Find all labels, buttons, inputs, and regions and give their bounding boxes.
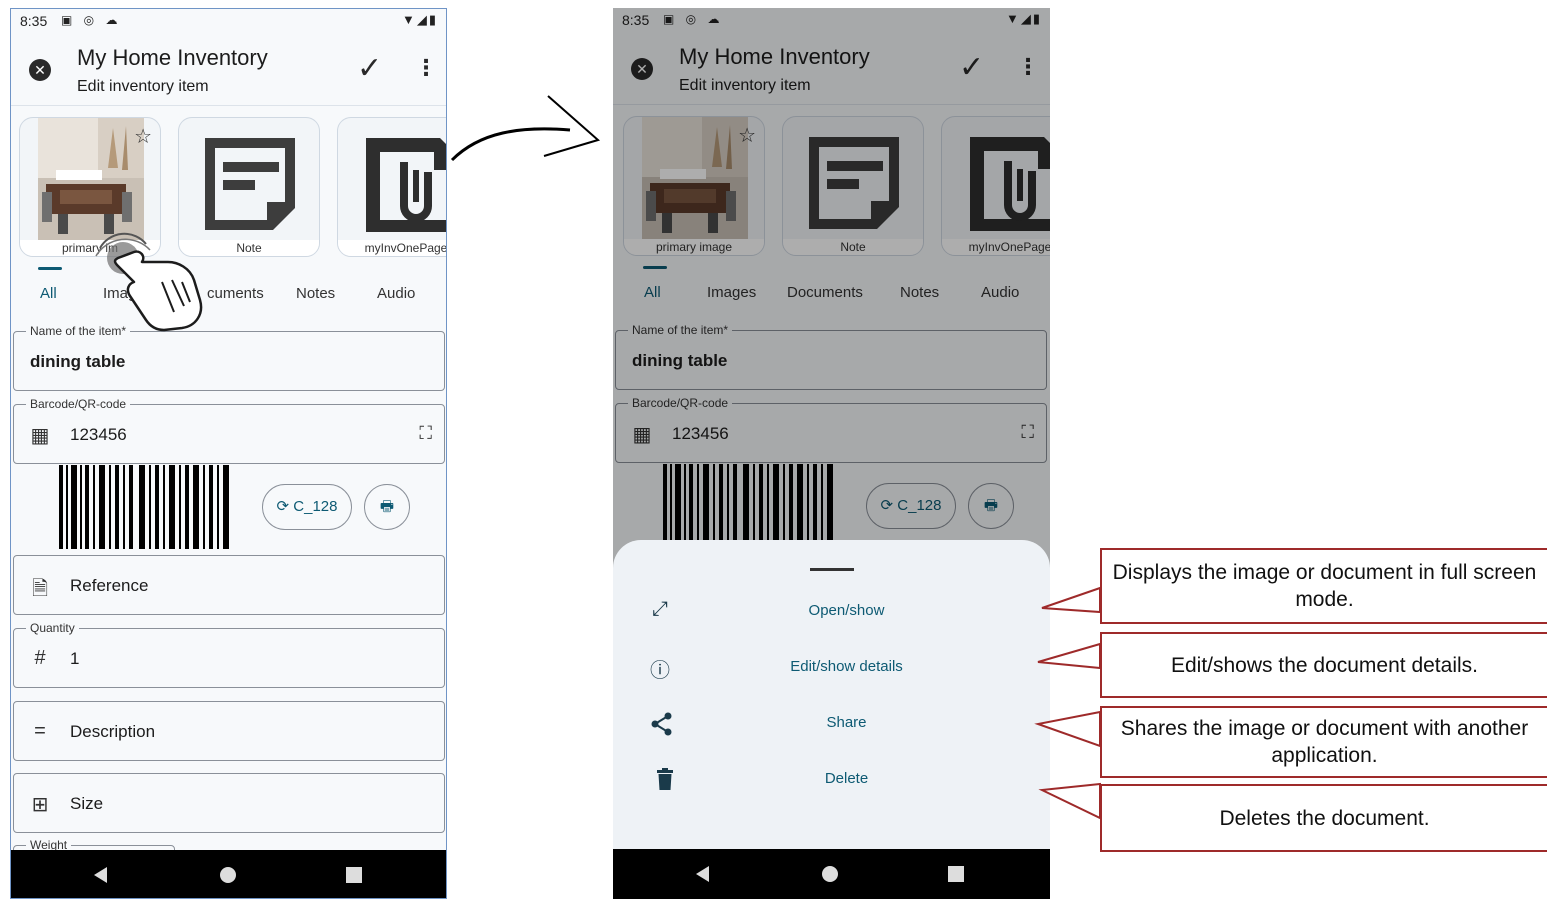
description-placeholder: Description (70, 722, 156, 741)
sheet-item-label: Edit/show details (790, 658, 903, 675)
reference-doc-icon: 🗎 (31, 578, 49, 600)
quantity-field[interactable]: Quantity # 1 (13, 621, 445, 688)
barcode-field-label: Barcode/QR-code (26, 397, 131, 411)
name-field-value: dining table (30, 352, 126, 371)
tab-audio[interactable]: Audio (377, 285, 415, 302)
barcode-format-button[interactable]: ⟳ C_128 (262, 484, 352, 530)
sheet-item-edit-details[interactable]: ⓘ Edit/show details (613, 648, 1050, 688)
description-lines-icon: = (34, 720, 46, 742)
hash-icon: # (34, 647, 46, 669)
size-grid-icon: ⊞ (31, 794, 49, 816)
sheet-item-share[interactable]: Share (613, 704, 1050, 744)
tab-indicator (38, 267, 62, 270)
barcode-format-label: C_128 (293, 498, 338, 515)
name-field[interactable]: Name of the item* dining table (13, 324, 445, 391)
callout-edit-details: Edit/shows the document details. (1100, 632, 1547, 698)
phone-screen-after: 8:35 ▣ ◎ ☁ ▼◢▮ ✕ My Home Inventory Edit … (613, 8, 1050, 899)
signal-battery-icons: ▼◢▮ (401, 12, 438, 27)
print-icon: 🖶 (379, 498, 395, 515)
attachment-caption: primary im (20, 240, 160, 256)
barcode-field[interactable]: Barcode/QR-code ▦ 123456 ⛶ (13, 397, 445, 464)
qr-code-icon: ▦ (30, 425, 50, 447)
status-time: 8:35 (20, 13, 48, 29)
app-bar: ✕ My Home Inventory Edit inventory item … (11, 39, 446, 105)
app-title: My Home Inventory (77, 45, 268, 70)
description-field[interactable]: = Description (13, 701, 445, 761)
sheet-item-label: Open/show (808, 602, 885, 619)
name-field-label: Name of the item* (26, 324, 131, 338)
tab-notes[interactable]: Notes (296, 285, 335, 302)
callout-open-show: Displays the image or document in full s… (1100, 548, 1547, 624)
attachment-document[interactable]: myInvOnePager (337, 117, 446, 257)
bottom-sheet: ⤢ Open/show ⓘ Edit/show details Share De… (613, 540, 1050, 852)
tab-documents[interactable]: cuments (207, 285, 264, 302)
star-icon[interactable]: ☆ (134, 124, 152, 149)
document-clip-icon (366, 138, 446, 232)
close-icon[interactable]: ✕ (29, 59, 51, 81)
refresh-icon: ⟳ (276, 498, 290, 515)
callout-share: Shares the image or document with anothe… (1100, 706, 1547, 778)
back-icon[interactable] (696, 866, 709, 882)
size-field[interactable]: ⊞ Size (13, 773, 445, 833)
home-icon[interactable] (220, 867, 236, 883)
recents-icon[interactable] (948, 866, 964, 882)
phone-screen-before: 8:35 ▣ ◎ ☁ ▼◢▮ ✕ My Home Inventory Edit … (10, 8, 447, 899)
quantity-field-value: 1 (70, 649, 80, 668)
quantity-field-label: Quantity (26, 621, 79, 635)
notification-icons: ▣ ◎ ☁ (61, 13, 122, 27)
divider (11, 105, 446, 106)
attachment-strip: ☆ primary im Note myInvOnePager (11, 117, 446, 259)
app-subtitle: Edit inventory item (77, 78, 209, 95)
size-placeholder: Size (70, 794, 104, 813)
home-icon[interactable] (822, 866, 838, 882)
attachment-note[interactable]: Note (178, 117, 320, 257)
sheet-drag-handle[interactable] (810, 568, 854, 571)
tab-images[interactable]: Imag (103, 285, 136, 302)
reference-placeholder: Reference (70, 576, 149, 595)
attachment-caption: myInvOnePager (338, 240, 446, 256)
note-icon (205, 138, 295, 230)
qr-scan-icon[interactable]: ⛶ (419, 423, 432, 444)
attachment-caption: Note (179, 240, 319, 256)
print-button[interactable]: 🖶 (364, 484, 410, 530)
dining-room-photo (38, 118, 144, 240)
tab-all[interactable]: All (40, 285, 57, 302)
system-nav-bar (613, 849, 1050, 899)
barcode-image (59, 465, 229, 549)
attachment-tabs: All Imag cuments Notes Audio (11, 267, 446, 315)
sheet-item-label: Share (826, 714, 867, 731)
back-icon[interactable] (94, 867, 107, 883)
save-check-icon[interactable]: ✓ (357, 51, 382, 86)
barcode-field-value: 123456 (70, 425, 127, 444)
reference-field[interactable]: 🗎 Reference (13, 555, 445, 615)
recents-icon[interactable] (346, 867, 362, 883)
system-nav-bar (11, 850, 446, 898)
attachment-primary-image[interactable]: ☆ primary im (19, 117, 161, 257)
sheet-item-open-show[interactable]: ⤢ Open/show (613, 592, 1050, 632)
sheet-item-label: Delete (824, 770, 869, 787)
more-options-icon[interactable]: ⋮ (415, 55, 437, 81)
callout-delete: Deletes the document. (1100, 784, 1547, 852)
sheet-item-delete[interactable]: Delete (613, 760, 1050, 800)
status-bar: 8:35 ▣ ◎ ☁ ▼◢▮ (11, 9, 446, 35)
